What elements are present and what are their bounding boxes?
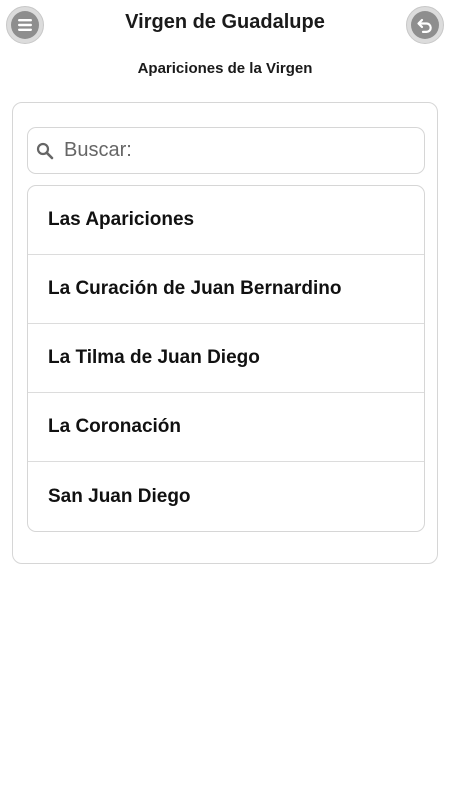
list-item[interactable]: San Juan Diego [28,462,424,531]
page-title: Virgen de Guadalupe [125,11,325,33]
page-subtitle: Apariciones de la Virgen [137,60,313,77]
search-input[interactable] [64,139,424,162]
undo-back-icon [411,11,439,39]
list-item-label: Las Apariciones [48,209,195,230]
list-item-label: La Curación de Juan Bernardino [48,278,342,299]
apparitions-list: Las Apariciones La Curación de Juan Bern… [27,185,425,532]
list-item-label: La Tilma de Juan Diego [48,347,260,368]
back-button[interactable] [406,6,444,44]
list-item[interactable]: La Coronación [28,393,424,462]
list-item-label: La Coronación [48,416,182,437]
header-bar: Virgen de Guadalupe [0,0,450,50]
search-box[interactable] [27,127,425,174]
content-panel: Las Apariciones La Curación de Juan Bern… [12,102,438,564]
list-item[interactable]: La Curación de Juan Bernardino [28,255,424,324]
list-item-label: San Juan Diego [48,485,191,507]
list-item[interactable]: Las Apariciones [28,186,424,255]
list-item[interactable]: La Tilma de Juan Diego [28,324,424,393]
search-icon [36,142,54,159]
